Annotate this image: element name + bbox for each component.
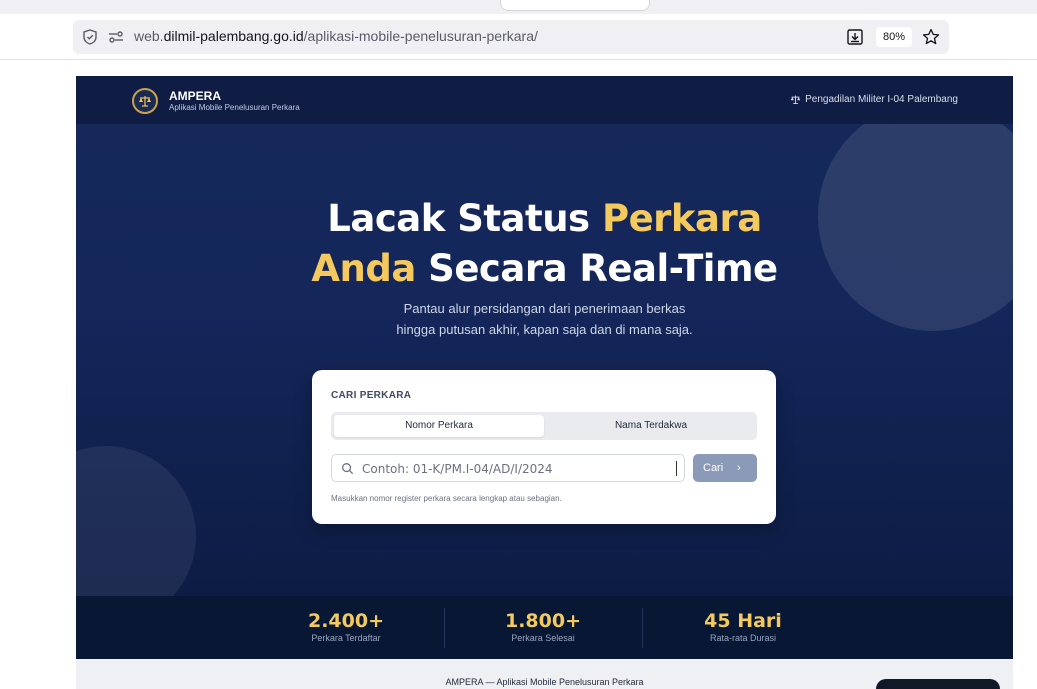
brand-subtitle: Aplikasi Mobile Penelusuran Perkara	[169, 103, 300, 112]
search-card: CARI PERKARA Nomor Perkara Nama Terdakwa…	[312, 370, 776, 524]
stat-label: Perkara Selesai	[511, 633, 575, 643]
court-label: Pengadilan Militer I-04 Palembang	[805, 94, 958, 105]
search-mode-tabs: Nomor Perkara Nama Terdakwa	[331, 412, 757, 440]
chrome-divider	[0, 59, 1037, 60]
search-hint: Masukkan nomor register perkara secara l…	[331, 494, 562, 503]
search-input[interactable]	[360, 458, 664, 480]
browser-tab-strip	[0, 0, 1037, 14]
logo[interactable]	[132, 88, 158, 114]
stat-label: Perkara Terdaftar	[311, 633, 381, 643]
stat-value: 1.800+	[504, 610, 582, 632]
bookmark-star-icon[interactable]	[921, 27, 941, 47]
hero-section: AMPERA Aplikasi Mobile Penelusuran Perka…	[76, 76, 1013, 596]
floating-chat-button[interactable]	[876, 679, 1000, 689]
chevron-right-icon: ›	[737, 462, 741, 474]
search-button-label: Cari	[703, 462, 724, 474]
stat-label: Rata-rata Durasi	[709, 633, 777, 643]
navbar: AMPERA Aplikasi Mobile Penelusuran Perka…	[76, 76, 1013, 124]
scales-icon	[790, 95, 801, 104]
zoom-level[interactable]: 80%	[876, 27, 913, 47]
page: AMPERA Aplikasi Mobile Penelusuran Perka…	[76, 76, 1013, 689]
download-icon[interactable]	[845, 27, 865, 47]
search-card-title: CARI PERKARA	[331, 390, 412, 401]
permissions-icon[interactable]	[107, 28, 125, 46]
stat-value: 2.400+	[307, 610, 385, 632]
court-name: Pengadilan Militer I-04 Palembang	[790, 94, 958, 105]
stat-duration: 45 Hari Rata-rata Durasi	[643, 610, 843, 643]
hero-subtitle: Pantau alur persidangan dari penerimaan …	[396, 301, 693, 337]
shield-icon[interactable]	[81, 28, 99, 46]
stats-bar: 2.400+ Perkara Terdaftar 1.800+ Perkara …	[76, 596, 1013, 659]
url-text[interactable]: web.dilmil-palembang.go.id/aplikasi-mobi…	[134, 28, 538, 44]
tab-nama-terdakwa[interactable]: Nama Terdakwa	[547, 415, 755, 437]
footer-text: AMPERA — Aplikasi Mobile Penelusuran Per…	[445, 677, 644, 687]
scales-icon	[139, 96, 151, 107]
address-bar[interactable]: web.dilmil-palembang.go.id/aplikasi-mobi…	[73, 20, 949, 54]
decorative-circle	[76, 446, 196, 596]
tab-nomor-perkara[interactable]: Nomor Perkara	[334, 415, 544, 437]
brand-name[interactable]: AMPERA	[169, 89, 221, 103]
search-icon	[342, 463, 354, 475]
browser-tab[interactable]	[500, 0, 650, 11]
stat-completed: 1.800+ Perkara Selesai	[443, 610, 643, 643]
stat-registered: 2.400+ Perkara Terdaftar	[246, 610, 446, 643]
hero-headline: Lacak Status Perkara Anda Secara Real-Ti…	[311, 197, 778, 290]
search-field[interactable]	[331, 454, 685, 482]
search-button[interactable]: Cari ›	[693, 454, 757, 482]
text-cursor	[676, 461, 677, 476]
stat-value: 45 Hari	[704, 610, 782, 632]
